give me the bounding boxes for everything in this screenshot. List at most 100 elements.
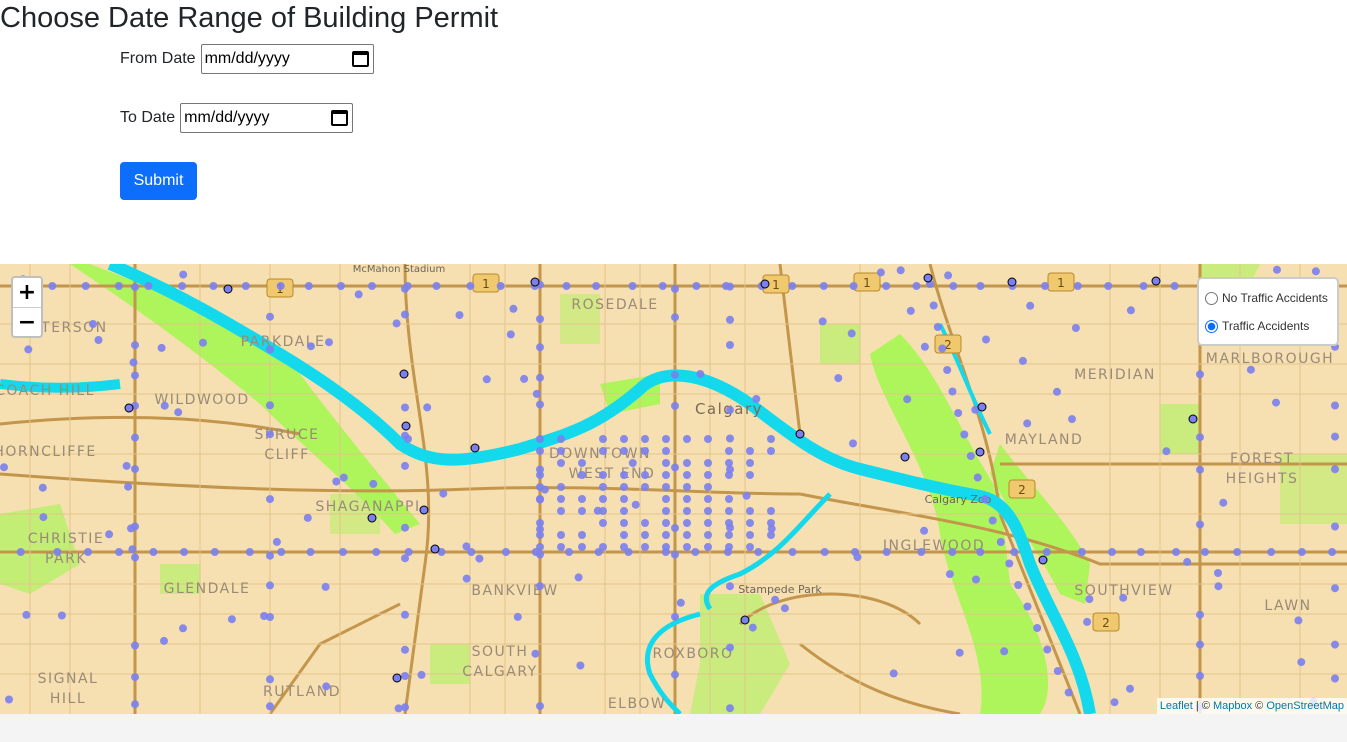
accident-marker[interactable] — [671, 612, 679, 621]
accident-marker[interactable] — [266, 702, 274, 711]
accident-marker[interactable] — [1151, 276, 1161, 286]
accident-marker[interactable] — [392, 673, 402, 683]
accident-marker[interactable] — [966, 452, 975, 460]
accident-marker[interactable] — [1188, 414, 1198, 424]
accident-marker[interactable] — [131, 553, 139, 562]
layer-option-accidents[interactable]: Traffic Accidents — [1205, 312, 1331, 340]
accident-marker[interactable] — [982, 335, 990, 344]
accident-marker[interactable] — [704, 483, 712, 491]
accident-marker[interactable] — [1183, 557, 1192, 566]
accident-marker[interactable] — [780, 604, 789, 613]
accident-marker[interactable] — [368, 282, 376, 290]
accident-marker[interactable] — [401, 421, 411, 431]
accident-marker[interactable] — [209, 282, 218, 290]
accident-marker[interactable] — [1196, 370, 1204, 379]
osm-link[interactable]: OpenStreetMap — [1266, 700, 1344, 712]
accident-marker[interactable] — [266, 401, 274, 410]
accident-marker[interactable] — [1331, 401, 1339, 410]
accident-marker[interactable] — [199, 338, 207, 347]
accident-marker[interactable] — [671, 370, 679, 379]
calendar-icon[interactable] — [331, 110, 349, 126]
accident-marker[interactable] — [671, 524, 679, 532]
accident-marker[interactable] — [795, 429, 805, 439]
accident-marker[interactable] — [179, 270, 188, 279]
accident-marker[interactable] — [266, 675, 274, 684]
accident-marker[interactable] — [1126, 684, 1134, 693]
accident-marker[interactable] — [1139, 282, 1148, 290]
accident-marker[interactable] — [683, 543, 691, 551]
submit-button[interactable]: Submit — [120, 162, 197, 200]
accident-marker[interactable] — [767, 524, 776, 533]
accident-marker[interactable] — [24, 345, 33, 354]
accident-marker[interactable] — [726, 582, 734, 591]
accident-marker[interactable] — [938, 344, 947, 353]
accident-marker[interactable] — [432, 282, 441, 290]
accident-marker[interactable] — [683, 507, 691, 515]
accident-marker[interactable] — [1170, 282, 1179, 290]
accident-marker[interactable] — [462, 574, 471, 583]
accident-marker[interactable] — [210, 548, 219, 556]
accident-marker[interactable] — [704, 471, 712, 479]
accident-marker[interactable] — [624, 548, 633, 556]
accident-marker[interactable] — [818, 317, 827, 326]
accident-marker[interactable] — [557, 495, 565, 503]
accident-marker[interactable] — [704, 519, 712, 527]
accident-marker[interactable] — [536, 435, 544, 443]
accident-marker[interactable] — [277, 548, 286, 556]
accident-marker[interactable] — [988, 516, 997, 525]
accident-marker[interactable] — [920, 526, 929, 535]
accident-marker[interactable] — [752, 395, 761, 403]
accident-marker[interactable] — [337, 282, 345, 290]
accident-marker[interactable] — [683, 483, 691, 491]
accident-marker[interactable] — [704, 531, 712, 539]
accident-marker[interactable] — [1043, 645, 1052, 654]
accident-marker[interactable] — [748, 623, 757, 632]
leaflet-link[interactable]: Leaflet — [1160, 700, 1193, 712]
accident-marker[interactable] — [1331, 432, 1339, 441]
accident-marker[interactable] — [423, 403, 432, 412]
accident-marker[interactable] — [620, 495, 628, 503]
accident-marker[interactable] — [131, 673, 139, 682]
accident-marker[interactable] — [671, 550, 679, 559]
accident-marker[interactable] — [641, 435, 649, 443]
accident-marker[interactable] — [131, 641, 139, 650]
accident-marker[interactable] — [57, 611, 66, 620]
accident-marker[interactable] — [620, 483, 628, 491]
accident-marker[interactable] — [578, 459, 586, 467]
accident-marker[interactable] — [401, 310, 409, 319]
accident-marker[interactable] — [1331, 640, 1339, 649]
accident-marker[interactable] — [532, 389, 541, 398]
accident-marker[interactable] — [304, 282, 313, 290]
accident-marker[interactable] — [834, 374, 843, 383]
accident-marker[interactable] — [332, 477, 341, 486]
accident-marker[interactable] — [536, 315, 544, 323]
accident-marker[interactable] — [1104, 282, 1113, 290]
accident-marker[interactable] — [260, 612, 269, 620]
to-date-input[interactable]: mm/dd/yyyy — [180, 103, 354, 133]
accident-marker[interactable] — [662, 447, 670, 455]
accident-marker[interactable] — [704, 495, 712, 503]
accident-marker[interactable] — [641, 483, 649, 491]
accident-marker[interactable] — [401, 403, 409, 412]
accident-marker[interactable] — [896, 266, 905, 275]
accident-marker[interactable] — [662, 495, 670, 503]
accident-marker[interactable] — [631, 500, 640, 509]
accident-marker[interactable] — [536, 400, 544, 409]
accident-marker[interactable] — [1085, 595, 1094, 604]
accident-marker[interactable] — [746, 459, 754, 467]
accident-marker[interactable] — [662, 483, 670, 491]
accident-marker[interactable] — [658, 282, 667, 290]
accident-marker[interactable] — [1026, 301, 1035, 310]
accident-marker[interactable] — [599, 435, 607, 443]
accident-marker[interactable] — [1196, 610, 1204, 619]
accident-marker[interactable] — [1007, 277, 1017, 287]
accident-marker[interactable] — [820, 548, 829, 556]
accident-marker[interactable] — [276, 282, 285, 290]
accident-marker[interactable] — [683, 531, 691, 539]
accident-marker[interactable] — [506, 330, 515, 339]
accident-marker[interactable] — [742, 491, 751, 500]
accident-marker[interactable] — [557, 435, 565, 443]
accident-marker[interactable] — [1018, 356, 1027, 365]
accident-marker[interactable] — [996, 538, 1005, 546]
accident-marker[interactable] — [760, 279, 770, 289]
